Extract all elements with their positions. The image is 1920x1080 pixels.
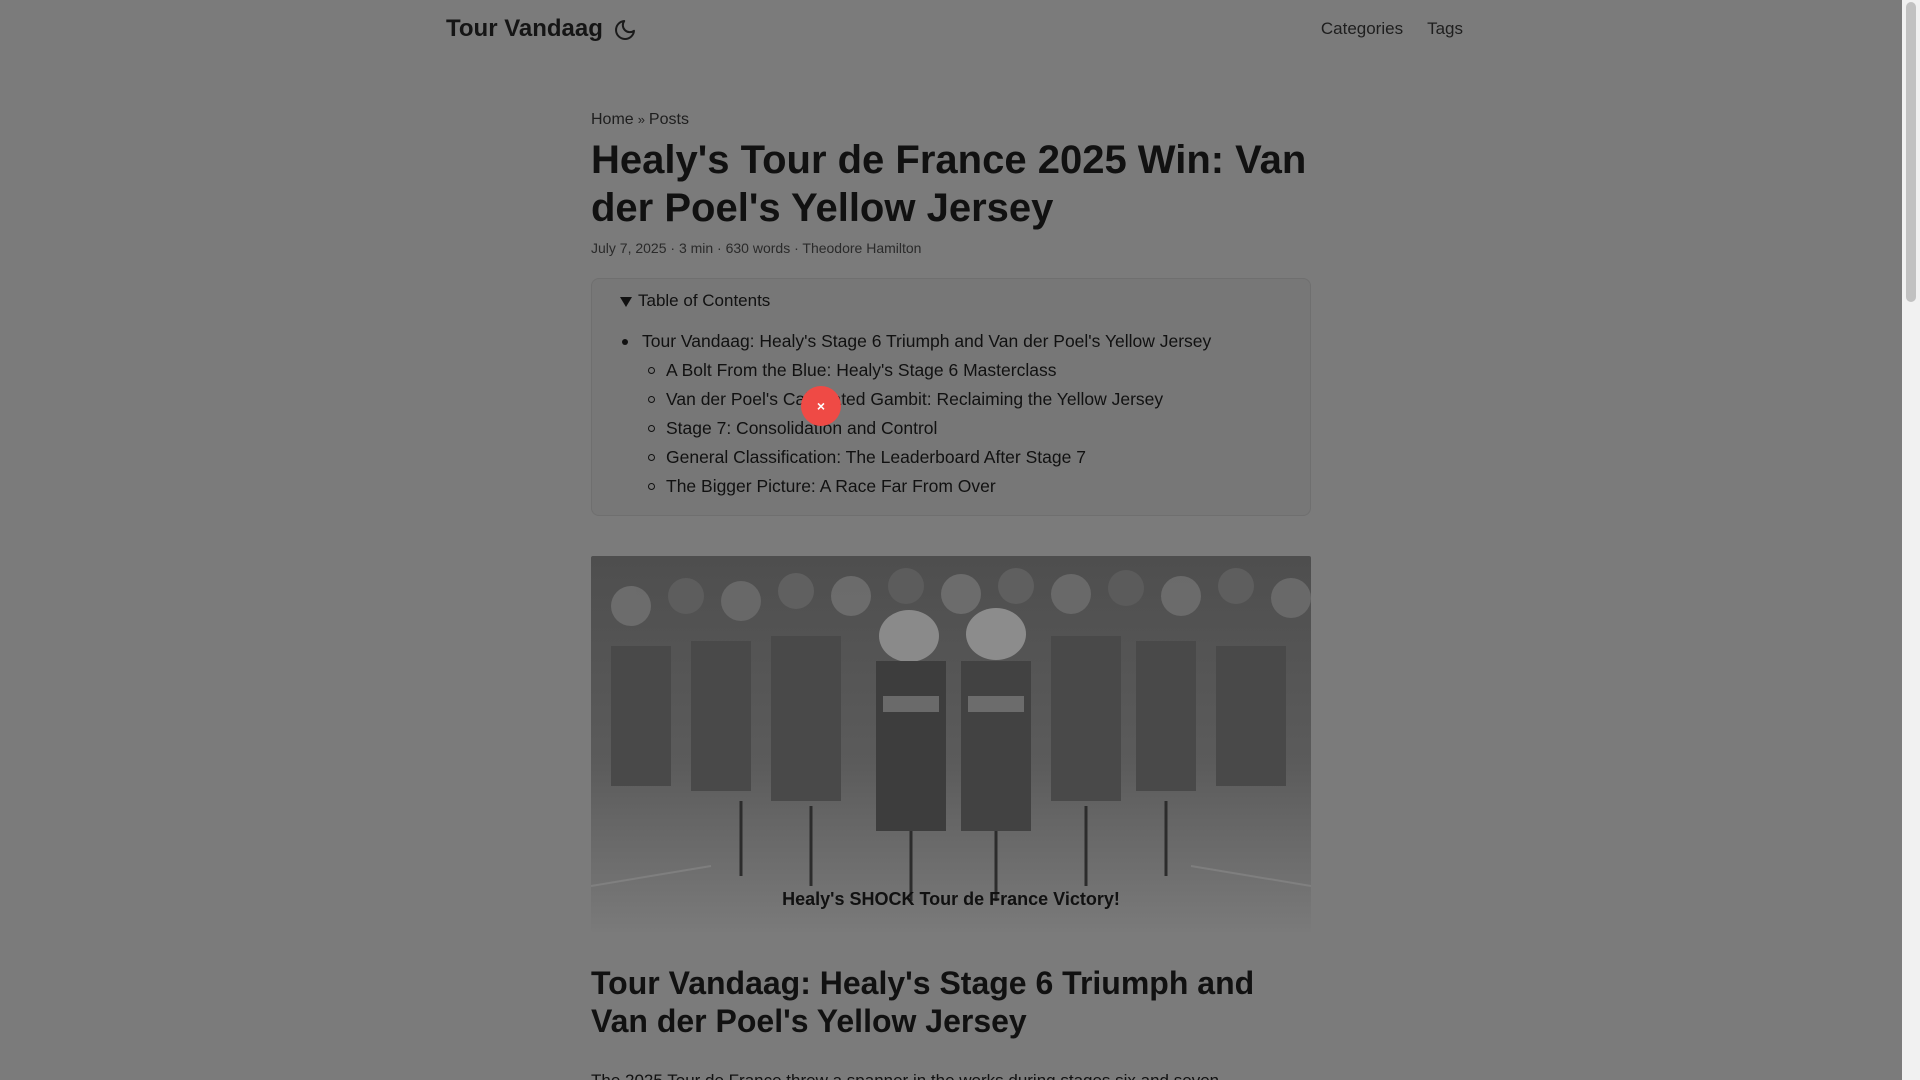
toc-subitem: A Bolt From the Blue: Healy's Stage 6 Ma… xyxy=(648,356,1282,385)
toc-summary-label: Table of Contents xyxy=(638,291,771,310)
cover-image: Healy's SHOCK Tour de France Victory! xyxy=(591,556,1311,932)
toc-subitem: General Classification: The Leaderboard … xyxy=(648,443,1282,472)
viewport: Tour Vandaag Categories Tags Home» Posts … xyxy=(0,0,1902,1080)
toc-link[interactable]: General Classification: The Leaderboard … xyxy=(666,447,1086,467)
breadcrumb-posts[interactable]: Posts xyxy=(649,111,689,128)
nav-categories[interactable]: Categories xyxy=(1321,17,1403,41)
post-meta: July 7, 2025 · 3 min · 630 words · Theod… xyxy=(591,240,922,256)
intro-paragraph: The 2025 Tour de France threw a spanner … xyxy=(591,1068,1311,1080)
section-heading: Tour Vandaag: Healy's Stage 6 Triumph an… xyxy=(591,965,1255,1039)
toc-link-main[interactable]: Tour Vandaag: Healy's Stage 6 Triumph an… xyxy=(642,331,1211,351)
close-button[interactable]: × xyxy=(801,386,841,426)
toc-sublist: A Bolt From the Blue: Healy's Stage 6 Ma… xyxy=(642,356,1282,501)
triangle-down-icon xyxy=(620,297,632,307)
toc-list: Tour Vandaag: Healy's Stage 6 Triumph an… xyxy=(620,327,1282,501)
breadcrumb-separator: » xyxy=(637,112,645,127)
table-of-contents: Table of Contents Tour Vandaag: Healy's … xyxy=(591,278,1311,516)
scrollbar-thumb[interactable] xyxy=(1906,2,1916,302)
main-nav: Categories Tags xyxy=(1321,17,1463,41)
site-header: Tour Vandaag Categories Tags xyxy=(0,0,1902,60)
toc-item: Tour Vandaag: Healy's Stage 6 Triumph an… xyxy=(620,327,1282,501)
moon-icon[interactable] xyxy=(613,18,637,42)
site-logo[interactable]: Tour Vandaag xyxy=(446,13,603,45)
scrollbar[interactable] xyxy=(1902,0,1920,1080)
close-icon: × xyxy=(816,398,826,414)
toc-link[interactable]: Stage 7: Consolidation and Control xyxy=(666,418,937,438)
toc-subitem: Van der Poel's Calculated Gambit: Reclai… xyxy=(648,385,1282,414)
toc-link[interactable]: The Bigger Picture: A Race Far From Over xyxy=(666,476,996,496)
cover-caption: Healy's SHOCK Tour de France Victory! xyxy=(782,889,1120,909)
post-main: Home» Posts Healy's Tour de France 2025 W… xyxy=(591,108,1311,1080)
toc-subitem: Stage 7: Consolidation and Control xyxy=(648,414,1282,443)
breadcrumb-home[interactable]: Home xyxy=(591,111,634,128)
toc-link[interactable]: Van der Poel's Calculated Gambit: Reclai… xyxy=(666,389,1163,409)
nav-tags[interactable]: Tags xyxy=(1427,17,1463,41)
page-title: Healy's Tour de France 2025 Win: Van der… xyxy=(591,138,1307,230)
page: Tour Vandaag Categories Tags Home» Posts … xyxy=(0,0,1920,1080)
breadcrumb: Home» Posts xyxy=(591,108,1311,132)
toc-subitem: The Bigger Picture: A Race Far From Over xyxy=(648,472,1282,501)
peloton-illustration xyxy=(591,556,1311,932)
toc-toggle[interactable]: Table of Contents xyxy=(620,289,1282,313)
toc-link[interactable]: A Bolt From the Blue: Healy's Stage 6 Ma… xyxy=(666,360,1056,380)
